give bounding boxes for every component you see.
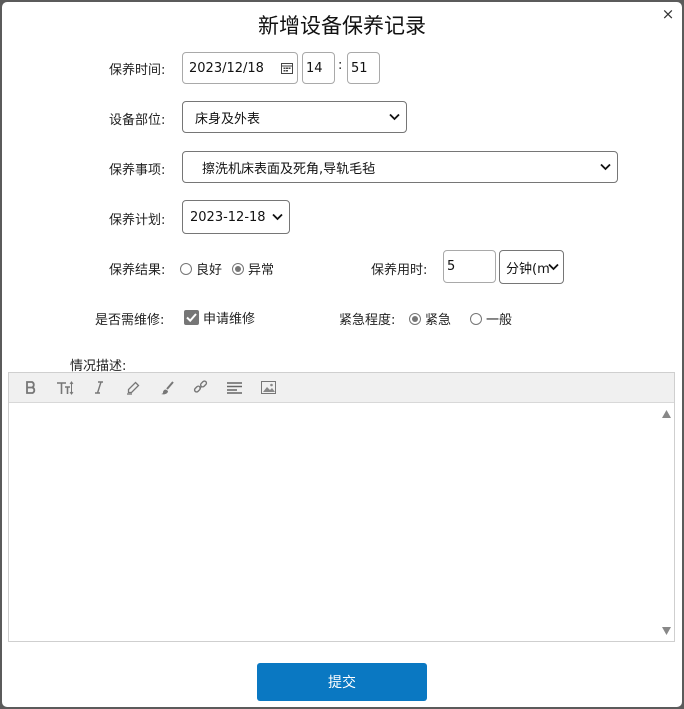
align-icon[interactable]	[225, 378, 244, 397]
urgency-option-urgent[interactable]: 紧急	[409, 309, 451, 328]
part-label: 设备部位:	[109, 113, 166, 128]
rich-text-editor	[8, 372, 675, 642]
date-value: 2023/12/18	[189, 60, 264, 76]
result-option-good-label: 良好	[196, 263, 223, 278]
repair-checkbox[interactable]: 申请维修	[184, 308, 255, 327]
item-select[interactable]: 擦洗机床表面及死角,导轨毛毡	[182, 151, 618, 183]
scroll-up-arrow-icon[interactable]	[662, 410, 671, 418]
image-icon[interactable]	[259, 378, 278, 397]
date-input[interactable]: 2023/12/18	[182, 52, 298, 84]
result-option-good[interactable]: 良好	[180, 259, 222, 278]
checkbox-checked-icon[interactable]	[184, 310, 199, 325]
result-label: 保养结果:	[109, 263, 166, 278]
text-size-icon[interactable]	[55, 378, 74, 397]
scroll-down-arrow-icon[interactable]	[662, 627, 671, 635]
radio-normal[interactable]	[470, 312, 482, 325]
italic-icon[interactable]	[89, 378, 108, 397]
minute-input[interactable]: 51	[347, 52, 380, 84]
urgency-option-normal-label: 一般	[486, 313, 513, 328]
part-select[interactable]: 床身及外表	[182, 101, 407, 133]
result-option-abnormal-label: 异常	[248, 263, 275, 278]
close-icon[interactable]: ×	[660, 5, 676, 23]
urgency-option-normal[interactable]: 一般	[470, 309, 512, 328]
chevron-down-icon	[600, 163, 611, 171]
hour-input[interactable]: 14	[302, 52, 335, 84]
plan-selected-value: 2023-12-18	[190, 209, 266, 225]
dialog-title: 新增设备保养记录	[258, 14, 426, 38]
urgency-label: 紧急程度:	[339, 313, 396, 328]
result-option-abnormal[interactable]: 异常	[232, 259, 274, 278]
repair-label: 是否需维修:	[95, 313, 165, 328]
maintenance-record-dialog: 新增设备保养记录 × 保养时间: 2023/12/18 14 : 51 设备部位…	[2, 2, 682, 707]
part-selected-value: 床身及外表	[195, 111, 261, 127]
duration-label: 保养用时:	[371, 263, 428, 278]
item-selected-value: 擦洗机床表面及死角,导轨毛毡	[202, 161, 376, 177]
calendar-icon[interactable]	[281, 62, 293, 74]
duration-value: 5	[447, 259, 456, 274]
item-label: 保养事项:	[109, 163, 166, 178]
urgency-option-urgent-label: 紧急	[425, 313, 452, 328]
chevron-down-icon	[272, 213, 283, 221]
submit-button[interactable]: 提交	[257, 663, 427, 701]
time-label: 保养时间:	[109, 63, 166, 78]
minute-value: 51	[351, 60, 368, 76]
duration-unit-select[interactable]: 分钟(m	[499, 250, 564, 284]
bold-icon[interactable]	[21, 378, 40, 397]
radio-urgent[interactable]	[409, 312, 421, 325]
hour-value: 14	[306, 60, 323, 76]
duration-input[interactable]: 5	[443, 250, 496, 283]
marker-icon[interactable]	[123, 378, 142, 397]
time-separator: :	[338, 58, 343, 73]
plan-label: 保养计划:	[109, 213, 166, 228]
link-icon[interactable]	[191, 378, 210, 397]
brush-icon[interactable]	[157, 378, 176, 397]
radio-good[interactable]	[180, 262, 192, 275]
plan-select[interactable]: 2023-12-18	[182, 200, 290, 234]
chevron-down-icon	[548, 263, 559, 271]
editor-toolbar	[9, 373, 674, 403]
repair-checkbox-label: 申请维修	[203, 312, 256, 327]
chevron-down-icon	[389, 113, 400, 121]
radio-abnormal[interactable]	[232, 262, 244, 275]
duration-unit-value: 分钟(m	[506, 261, 550, 277]
